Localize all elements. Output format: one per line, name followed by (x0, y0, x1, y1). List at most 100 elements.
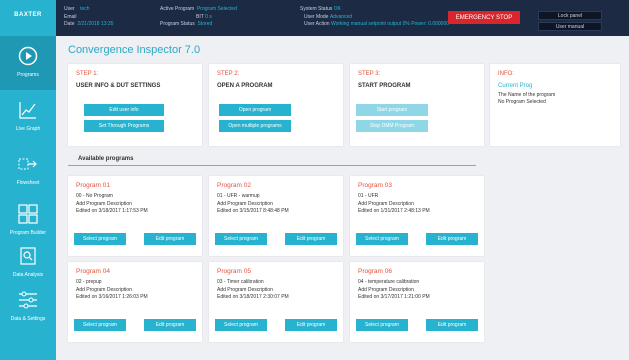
sidebar-item-programs[interactable]: Programs (0, 36, 56, 90)
program-card: Program 02 01 - UFR - warmup Add Program… (209, 176, 343, 256)
header-system-info: System Status OK User Mode Advanced User… (294, 6, 449, 29)
program-type: 01 - UFR (358, 193, 379, 199)
sidebar-item-live-graph[interactable]: Live Graph (0, 90, 56, 144)
main-content: Convergence Inspector 7.0 STEP 1: USER I… (56, 36, 629, 360)
info-program-status: No Program Selected (498, 99, 546, 105)
sidebar-item-flowsheet[interactable]: Flowsheet (0, 144, 56, 198)
program-edited: Edited on 1/31/2017 2:48:13 PM (358, 208, 430, 214)
edit-program-button[interactable]: Edit program (426, 233, 478, 245)
start-program-button[interactable]: Start program (356, 104, 428, 116)
sidebar-item-label: Flowsheet (16, 180, 40, 186)
user-mode-key: User Mode (304, 13, 329, 20)
info-title: INFO: (498, 71, 514, 77)
edit-program-button[interactable]: Edit program (144, 319, 196, 331)
info-card: INFO: Current Prog The Name of the progr… (490, 64, 620, 146)
user-mode-value: Advanced (329, 13, 353, 20)
play-icon (18, 46, 38, 66)
program-name: Program 06 (358, 268, 392, 275)
user-action-key: User Action (304, 21, 330, 27)
stop-dmm-program-button[interactable]: Stop DMM Program (356, 120, 428, 132)
step-title: STEP 3: (358, 71, 381, 77)
program-name: Program 02 (217, 182, 251, 189)
open-program-button[interactable]: Open program (219, 104, 291, 116)
flowsheet-icon (18, 158, 37, 170)
program-card: Program 01 00 - No Program Add Program D… (68, 176, 202, 256)
system-status-value: OK (333, 6, 341, 12)
sidebar: Programs Live Graph Flowsheet Program Bu… (0, 36, 56, 360)
step-3-card: STEP 3: START PROGRAM Start program Stop… (350, 64, 484, 146)
line-chart-icon (19, 102, 36, 119)
page-title: Convergence Inspector 7.0 (68, 44, 201, 56)
program-status-value: Stored (197, 21, 213, 27)
select-program-button[interactable]: Select program (356, 233, 408, 245)
program-edited: Edited on 3/16/2017 1:26:03 PM (76, 294, 148, 300)
program-status-key: Program Status (160, 21, 195, 27)
sidebar-item-label: Programs (17, 72, 39, 78)
data-analysis-icon (20, 247, 36, 265)
active-program-key: Active Program (160, 6, 195, 12)
edit-program-button[interactable]: Edit program (426, 319, 478, 331)
step-1-card: STEP 1: USER INFO & DUT SETTINGS Edit us… (68, 64, 202, 146)
edit-program-button[interactable]: Edit program (144, 233, 196, 245)
bit-value: 0 s (205, 13, 212, 20)
program-card: Program 06 04 - temperature calibration … (350, 262, 484, 342)
current-program-link[interactable]: Current Prog (498, 83, 532, 89)
sidebar-item-label: Data & Settings (10, 316, 46, 322)
select-program-button[interactable]: Select program (74, 233, 126, 245)
select-program-button[interactable]: Select program (74, 319, 126, 331)
edit-user-info-button[interactable]: Edit user info (84, 104, 164, 116)
program-description: Add Program Description (358, 201, 414, 207)
header-program-info: Active Program Program Selected BIT 0 s … (160, 6, 237, 29)
program-name: Program 03 (358, 182, 392, 189)
program-edited: Edited on 3/17/2017 1:21:00 PM (358, 294, 430, 300)
program-edited: Edited on 3/18/2017 2:30:07 PM (217, 294, 289, 300)
grid-icon (18, 204, 38, 224)
program-description: Add Program Description (358, 287, 414, 293)
step-subtitle: START PROGRAM (358, 83, 411, 89)
active-program-value: Program Selected (196, 6, 237, 12)
system-status-key: System Status (300, 6, 333, 12)
set-through-programs-button[interactable]: Set Through Programs (84, 120, 164, 132)
step-subtitle: USER INFO & DUT SETTINGS (76, 83, 161, 89)
step-title: STEP 1: (76, 71, 99, 77)
program-card: Program 05 03 - Timer calibration Add Pr… (209, 262, 343, 342)
select-program-button[interactable]: Select program (356, 319, 408, 331)
program-description: Add Program Description (76, 201, 132, 207)
select-program-button[interactable]: Select program (215, 319, 267, 331)
sidebar-item-data-settings[interactable]: Data & Settings (0, 280, 56, 334)
step-2-card: STEP 2: OPEN A PROGRAM Open program Open… (209, 64, 343, 146)
program-type: 01 - UFR - warmup (217, 193, 260, 199)
program-name: Program 05 (217, 268, 251, 275)
edit-program-button[interactable]: Edit program (285, 233, 337, 245)
top-bar: BAXTER User tech Email Date 2/21/2018 13… (0, 0, 629, 36)
edit-program-button[interactable]: Edit program (285, 319, 337, 331)
email-key: Email (64, 13, 77, 20)
lock-panel-button[interactable]: Lock panel (538, 11, 602, 20)
sidebar-item-label: Data Analysis (12, 272, 44, 278)
date-key: Date (64, 21, 75, 27)
program-type: 04 - temperature calibration (358, 279, 420, 285)
user-manual-button[interactable]: User manual (538, 22, 602, 31)
available-programs-heading: Available programs (78, 156, 134, 162)
program-description: Add Program Description (217, 201, 273, 207)
sliders-icon (19, 291, 37, 309)
program-card: Program 03 01 - UFR Add Program Descript… (350, 176, 484, 256)
program-name: Program 04 (76, 268, 110, 275)
program-name: Program 01 (76, 182, 110, 189)
step-title: STEP 2: (217, 71, 240, 77)
emergency-stop-button[interactable]: EMERGENCY STOP (448, 11, 520, 24)
bit-key: BIT (196, 13, 204, 20)
program-description: Add Program Description (217, 287, 273, 293)
program-type: 03 - Timer calibration (217, 279, 264, 285)
sidebar-item-label: Live Graph (15, 126, 41, 132)
brand-logo: BAXTER (0, 0, 56, 36)
select-program-button[interactable]: Select program (215, 233, 267, 245)
program-edited: Edited on 3/15/2017 8:48:48 PM (217, 208, 289, 214)
info-program-name: The Name of the program (498, 92, 556, 98)
divider (68, 165, 476, 166)
program-card: Program 04 02 - prepup Add Program Descr… (68, 262, 202, 342)
user-key: User (64, 6, 75, 12)
step-subtitle: OPEN A PROGRAM (217, 83, 273, 89)
open-multiple-programs-button[interactable]: Open multiple programs (219, 120, 291, 132)
user-value: tech (80, 6, 90, 12)
